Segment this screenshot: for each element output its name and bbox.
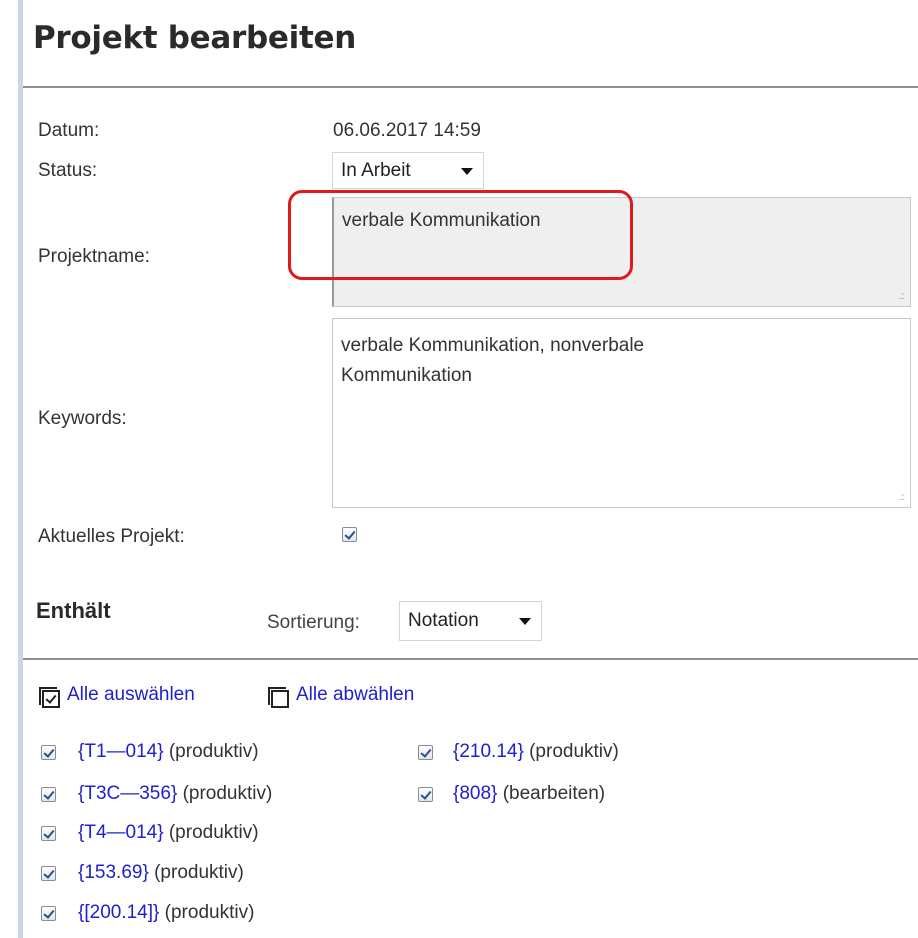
- sort-label: Sortierung:: [267, 612, 360, 633]
- current-project-checkbox[interactable]: [342, 527, 357, 542]
- deselect-all-icon[interactable]: [268, 687, 289, 708]
- item-status: (produktiv): [154, 862, 244, 883]
- item-status: (produktiv): [168, 822, 259, 843]
- project-name-label: Projektname:: [38, 246, 150, 267]
- resize-grip-icon[interactable]: .::: [899, 292, 905, 302]
- status-label: Status:: [38, 160, 98, 181]
- item-code-link[interactable]: {T1—014}: [78, 741, 164, 762]
- item-checkbox[interactable]: [41, 745, 56, 760]
- item-checkbox[interactable]: [418, 745, 433, 760]
- item-code-link[interactable]: {808}: [453, 783, 497, 804]
- item-checkbox[interactable]: [41, 866, 56, 881]
- status-select-value: In Arbeit: [341, 159, 411, 181]
- item-status: (produktiv): [182, 783, 273, 804]
- list-item: {153.69} (produktiv): [78, 862, 244, 884]
- list-item: {T4—014} (produktiv): [78, 822, 259, 844]
- item-code-link[interactable]: {[200.14]}: [78, 902, 159, 923]
- highlight-annotation: [288, 190, 633, 280]
- deselect-all-link[interactable]: Alle abwählen: [296, 684, 414, 706]
- date-label: Datum:: [38, 120, 100, 141]
- list-item: {808} (bearbeiten): [453, 783, 605, 805]
- page-title: Projekt bearbeiten: [33, 20, 356, 56]
- chevron-down-icon: [461, 167, 473, 175]
- title-divider: [23, 86, 918, 88]
- list-item: {210.14} (produktiv): [453, 741, 619, 763]
- list-item: {T1—014} (produktiv): [78, 741, 259, 763]
- keywords-line-1: verbale Kommunikation, nonverbale: [341, 335, 645, 356]
- date-value: 06.06.2017 14:59: [333, 120, 481, 141]
- item-code-link[interactable]: {T4—014}: [78, 822, 164, 843]
- select-all-link[interactable]: Alle auswählen: [67, 684, 195, 706]
- item-code-link[interactable]: {210.14}: [453, 741, 524, 762]
- list-item: {[200.14]} (produktiv): [78, 902, 254, 924]
- item-checkbox[interactable]: [418, 787, 433, 802]
- contains-divider: [23, 658, 918, 660]
- chevron-down-icon: [519, 618, 531, 625]
- left-accent-bar: [18, 0, 23, 938]
- status-select[interactable]: In Arbeit: [332, 152, 484, 189]
- current-project-label: Aktuelles Projekt:: [38, 526, 185, 547]
- keywords-field[interactable]: verbale Kommunikation, nonverbale Kommun…: [332, 318, 911, 508]
- item-checkbox[interactable]: [41, 826, 56, 841]
- sort-select[interactable]: Notation: [399, 601, 542, 641]
- select-all-icon[interactable]: [39, 687, 60, 708]
- item-status: (bearbeiten): [502, 783, 606, 804]
- item-status: (produktiv): [529, 741, 619, 762]
- list-item: {T3C—356} (produktiv): [78, 783, 272, 805]
- item-code-link[interactable]: {T3C—356}: [78, 783, 177, 804]
- keywords-label: Keywords:: [38, 408, 127, 429]
- item-code-link[interactable]: {153.69}: [78, 862, 149, 883]
- item-checkbox[interactable]: [41, 906, 56, 921]
- keywords-line-2: Kommunikation: [341, 365, 472, 387]
- item-status: (produktiv): [168, 741, 259, 762]
- item-status: (produktiv): [164, 902, 255, 923]
- item-checkbox[interactable]: [41, 787, 56, 802]
- contains-title: Enthält: [36, 598, 111, 623]
- resize-grip-icon[interactable]: .::: [899, 493, 905, 503]
- sort-select-value: Notation: [408, 610, 479, 631]
